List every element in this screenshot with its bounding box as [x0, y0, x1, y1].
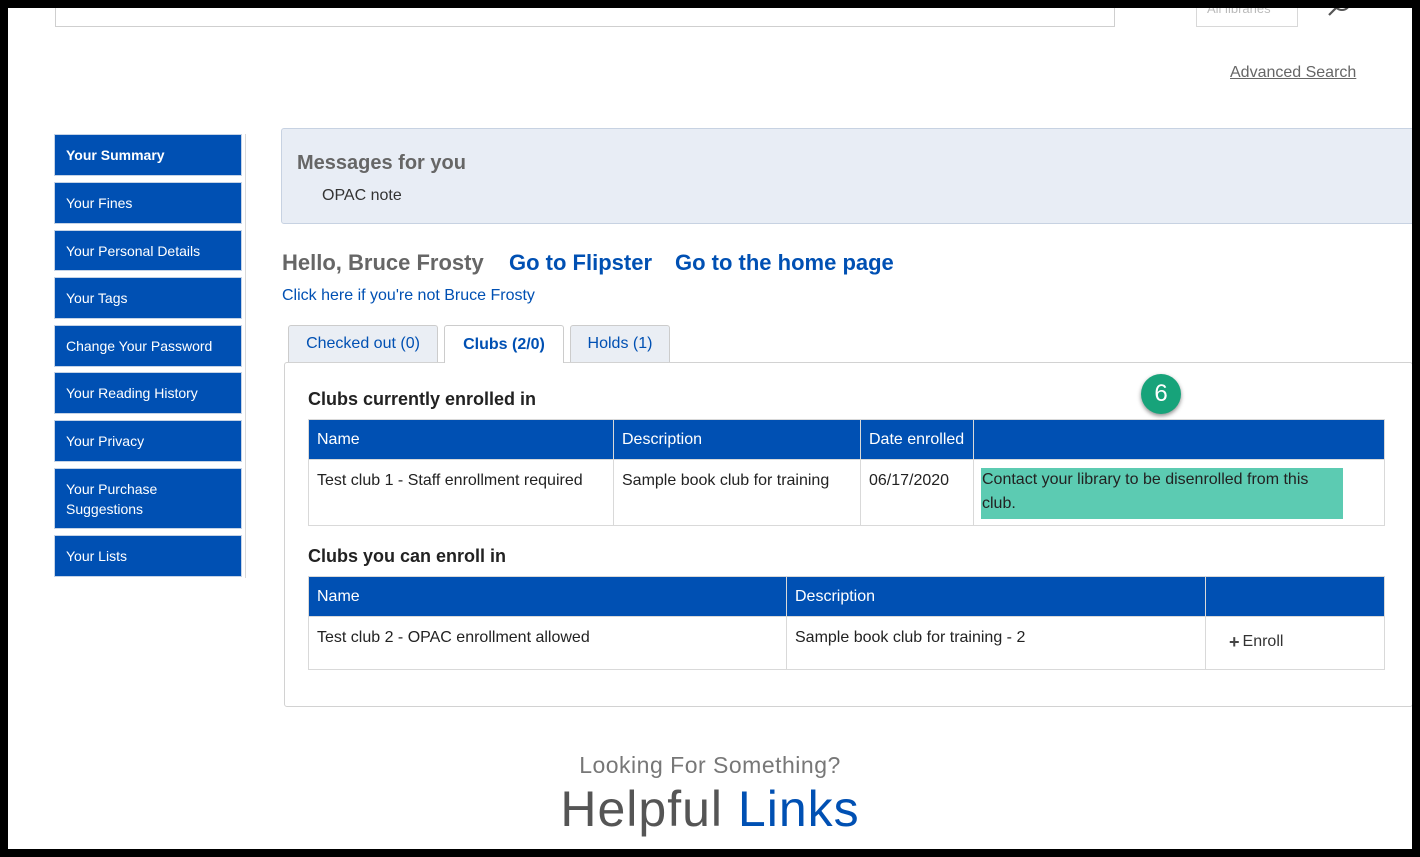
search-input[interactable]: [55, 8, 1115, 27]
column-header-description: Description: [786, 576, 1206, 617]
club-name: Test club 2 - OPAC enrollment allowed: [308, 616, 787, 670]
opac-note: OPAC note: [322, 187, 402, 204]
advanced-search-link[interactable]: Advanced Search: [1230, 64, 1356, 82]
column-header-name: Name: [308, 576, 787, 617]
tab-clubs[interactable]: Clubs (2/0): [444, 325, 564, 363]
disenroll-cell: Contact your library to be disenrolled f…: [973, 459, 1385, 526]
sidebar-item-your-privacy[interactable]: Your Privacy: [54, 420, 242, 462]
tab-checked-out[interactable]: Checked out (0): [288, 325, 438, 362]
column-header-date-enrolled: Date enrolled: [860, 419, 974, 460]
date-enrolled: 06/17/2020: [860, 459, 974, 526]
footer-helpful-links: Helpful Links: [8, 780, 1412, 838]
available-clubs-table: Name Description Test club 2 - OPAC enro…: [308, 576, 1385, 670]
enrolled-clubs-table: Name Description Date enrolled Test club…: [308, 419, 1385, 526]
enrolled-heading: Clubs currently enrolled in: [308, 389, 537, 409]
plus-icon: +: [1229, 632, 1240, 652]
sidebar-item-your-lists[interactable]: Your Lists: [54, 535, 242, 577]
column-header-action: [973, 419, 1385, 460]
step-callout-badge: 6: [1141, 374, 1181, 414]
column-header-description: Description: [613, 419, 861, 460]
enroll-label: Enroll: [1242, 633, 1284, 650]
sidebar-item-purchase-suggestions[interactable]: Your Purchase Suggestions: [54, 468, 242, 529]
branch-select[interactable]: All libraries: [1196, 8, 1298, 27]
sidebar-item-your-summary[interactable]: Your Summary: [54, 134, 242, 176]
home-page-link[interactable]: Go to the home page: [675, 250, 894, 276]
column-header-name: Name: [308, 419, 614, 460]
not-you-link[interactable]: Click here if you're not Bruce Frosty: [282, 287, 535, 305]
column-header-action: [1205, 576, 1385, 617]
sidebar-item-your-fines[interactable]: Your Fines: [54, 182, 242, 224]
messages-panel: Messages for you OPAC note: [281, 128, 1412, 224]
disenroll-message: Contact your library to be disenrolled f…: [981, 468, 1343, 519]
messages-title: Messages for you: [297, 152, 466, 174]
links-word: Links: [737, 781, 860, 837]
sidebar-item-reading-history[interactable]: Your Reading History: [54, 372, 242, 414]
sidebar-item-your-tags[interactable]: Your Tags: [54, 277, 242, 319]
footer-looking-text: Looking For Something?: [579, 752, 841, 778]
tab-holds[interactable]: Holds (1): [570, 325, 670, 362]
page: All libraries Advanced Search Your Summa…: [8, 8, 1412, 849]
club-description: Sample book club for training: [613, 459, 861, 526]
sidebar-item-change-password[interactable]: Change Your Password: [54, 325, 242, 367]
enroll-button[interactable]: + Enroll: [1229, 630, 1283, 654]
sidebar-item-personal-details[interactable]: Your Personal Details: [54, 230, 242, 271]
club-name: Test club 1 - Staff enrollment required: [308, 459, 614, 526]
enroll-cell: + Enroll: [1205, 616, 1385, 670]
search-icon[interactable]: [1324, 8, 1354, 22]
available-heading: Clubs you can enroll in: [308, 546, 507, 566]
sidebar: Your Summary Your Fines Your Personal De…: [53, 134, 246, 578]
table-row: Test club 2 - OPAC enrollment allowed Sa…: [308, 616, 1385, 670]
table-row: Test club 1 - Staff enrollment required …: [308, 459, 1385, 526]
greeting: Hello, Bruce Frosty: [282, 250, 484, 275]
club-description: Sample book club for training - 2: [786, 616, 1206, 670]
helpful-word: Helpful: [560, 781, 723, 837]
flipster-link[interactable]: Go to Flipster: [509, 250, 652, 276]
